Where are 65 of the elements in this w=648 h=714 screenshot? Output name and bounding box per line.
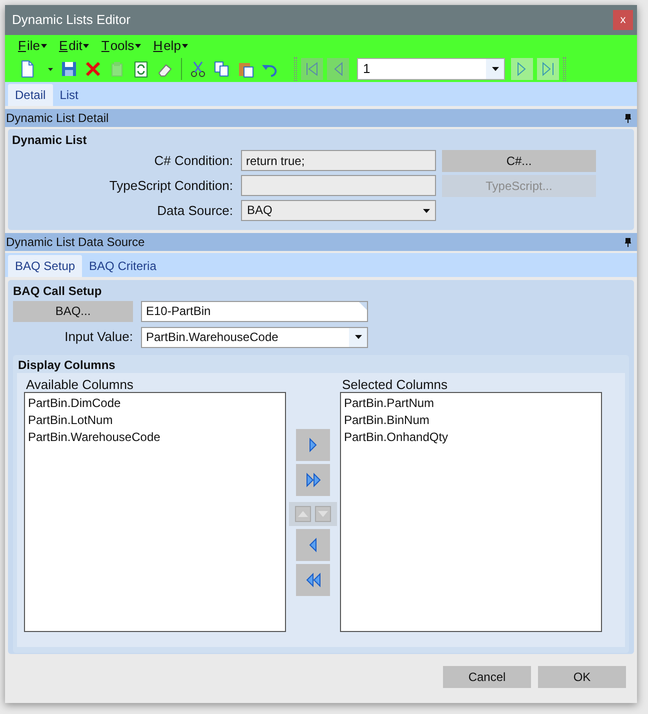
list-item[interactable]: PartBin.OnhandQty (344, 429, 601, 446)
double-right-arrow-icon (304, 471, 322, 489)
caret-icon (135, 44, 142, 48)
list-item[interactable]: PartBin.BinNum (344, 412, 601, 429)
tab[interactable]: BAQ Setup (8, 255, 82, 277)
field-label: TypeScript Condition: (108, 176, 234, 195)
section-title: Dynamic List Data Source (6, 234, 145, 251)
editor-button[interactable]: C#... (442, 150, 596, 172)
dialog-button[interactable]: Cancel (443, 666, 531, 688)
dialog-button[interactable]: OK (538, 666, 626, 688)
list-title: Selected Columns (341, 378, 448, 391)
menu-item[interactable]: Tools (98, 36, 144, 56)
text-field[interactable]: return true; (241, 150, 436, 171)
baq-button[interactable]: BAQ... (13, 300, 133, 322)
down-triangle-icon (318, 511, 328, 517)
next-record-button[interactable] (511, 58, 533, 80)
caret-icon (83, 44, 90, 48)
up-triangle-icon (298, 511, 308, 517)
pin-icon (625, 114, 631, 122)
caret-icon (182, 44, 188, 48)
scissors-icon[interactable] (189, 60, 207, 78)
last-record-button[interactable] (537, 58, 559, 80)
window-title: Dynamic Lists Editor (12, 11, 130, 30)
copy-icon[interactable] (213, 60, 231, 78)
tab[interactable]: BAQ Criteria (82, 255, 164, 277)
move-button[interactable] (296, 529, 330, 561)
close-button[interactable]: x (613, 10, 633, 30)
record-dropdown[interactable]: 1 (357, 58, 505, 80)
data-source-dropdown[interactable]: BAQ (241, 200, 436, 221)
list-item[interactable]: PartBin.WarehouseCode (28, 429, 285, 446)
caret-icon (492, 67, 498, 71)
list-item[interactable]: PartBin.PartNum (344, 395, 601, 412)
field-label: C# Condition: (153, 152, 234, 170)
input-value-dropdown[interactable]: PartBin.WarehouseCode (141, 326, 368, 348)
menu-item[interactable]: Help (150, 36, 191, 56)
move-button[interactable] (296, 564, 330, 596)
paste-icon[interactable] (237, 60, 255, 78)
pin-icon (625, 238, 631, 246)
menu-item[interactable]: Edit (56, 36, 92, 56)
tab[interactable]: List (52, 84, 86, 106)
menu-item[interactable]: File (15, 36, 50, 56)
next-record-icon (516, 62, 528, 76)
delete-icon[interactable] (84, 60, 102, 78)
field-label: Input Value: (64, 328, 134, 346)
baq-field[interactable]: E10-PartBin (141, 300, 368, 322)
group-title: Dynamic List (12, 132, 88, 148)
caret-icon (354, 335, 362, 339)
list-title: Available Columns (25, 378, 134, 391)
caret-icon (422, 208, 430, 212)
first-record-icon (306, 62, 318, 76)
tab[interactable]: Detail (8, 84, 53, 106)
field-label: Data Source: (156, 202, 234, 220)
double-left-arrow-icon (304, 571, 322, 589)
text-field[interactable] (241, 175, 436, 196)
list-item[interactable]: PartBin.DimCode (28, 395, 285, 412)
group-title: Display Columns (17, 357, 116, 373)
move-button[interactable] (296, 464, 330, 496)
previous-record-icon (332, 62, 344, 76)
list-item[interactable]: PartBin.LotNum (28, 412, 285, 429)
last-record-icon (542, 62, 554, 76)
refresh-icon[interactable] (132, 60, 150, 78)
section-title: Dynamic List Detail (6, 110, 109, 127)
move-button[interactable] (296, 429, 330, 461)
group-title: BAQ Call Setup (13, 283, 103, 299)
caret-icon (40, 44, 47, 48)
